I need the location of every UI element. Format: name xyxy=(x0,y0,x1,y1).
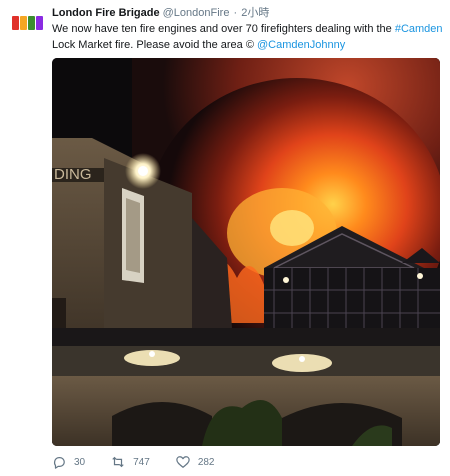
retweet-count: 747 xyxy=(133,456,150,468)
author-name[interactable]: London Fire Brigade xyxy=(52,7,160,19)
logo-block-purple xyxy=(35,16,43,30)
author-handle[interactable]: @LondonFire xyxy=(163,7,230,19)
avatar[interactable] xyxy=(10,14,44,32)
logo-block-red xyxy=(11,16,19,30)
mention-link[interactable]: @CamdenJohnny xyxy=(257,39,345,51)
tweet-text-part2: Lock Market fire. Please avoid the area … xyxy=(52,39,257,51)
retweet-icon xyxy=(112,456,124,468)
logo-block-green xyxy=(27,16,35,30)
hashtag-link[interactable]: #Camden xyxy=(395,23,443,35)
building-sign: DING xyxy=(54,166,92,183)
fire-scene-image: DING xyxy=(52,58,440,446)
tweet-text-part1: We now have ten fire engines and over 70… xyxy=(52,23,395,35)
tweet-card: London Fire Brigade @LondonFire · 2小時 We… xyxy=(0,0,450,476)
tweet-header: London Fire Brigade @LondonFire · 2小時 xyxy=(52,6,269,20)
tweet-text: We now have ten fire engines and over 70… xyxy=(52,21,444,53)
tweet-timestamp[interactable]: 2小時 xyxy=(241,7,269,19)
retweet-action[interactable]: 747 xyxy=(111,455,150,469)
tweet-photo[interactable]: DING xyxy=(52,58,440,446)
reply-count: 30 xyxy=(74,456,86,468)
separator-dot: · xyxy=(233,7,238,19)
reply-icon xyxy=(53,457,65,469)
tweet-actions: 30 747 282 xyxy=(52,455,241,469)
logo-block-orange xyxy=(19,16,27,30)
like-action[interactable]: 282 xyxy=(176,455,215,469)
reply-action[interactable]: 30 xyxy=(52,455,85,469)
like-count: 282 xyxy=(197,456,215,468)
heart-icon xyxy=(176,456,190,468)
